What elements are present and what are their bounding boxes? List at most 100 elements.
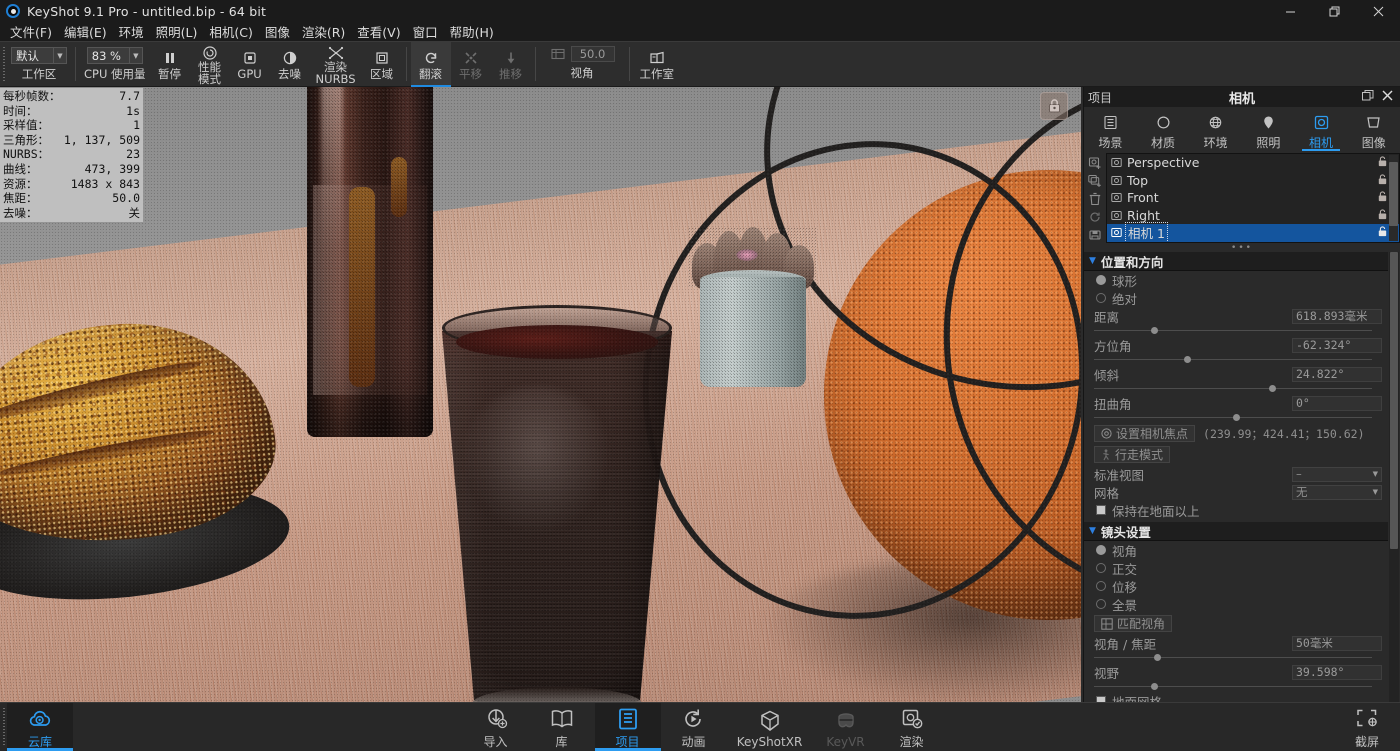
tumble-button[interactable]: 翻滚	[411, 42, 451, 86]
lock-icon[interactable]	[1378, 155, 1387, 170]
panel-scrollbar[interactable]	[1389, 252, 1399, 702]
performance-mode-button[interactable]: 性能 模式	[190, 42, 230, 86]
dolly-button[interactable]: 推移	[491, 42, 531, 86]
azimuth-slider[interactable]	[1084, 354, 1388, 365]
close-panel-icon[interactable]	[1382, 90, 1393, 105]
studio-button[interactable]: 工作室	[634, 42, 681, 86]
menu-environment[interactable]: 环境	[113, 21, 150, 42]
bottombar-grip[interactable]	[0, 703, 7, 751]
tab-lighting[interactable]: 照明	[1242, 107, 1295, 153]
slider-knob[interactable]	[1151, 683, 1158, 690]
slider-knob[interactable]	[1151, 327, 1158, 334]
panorama-mode-radio[interactable]: 全景	[1084, 595, 1388, 613]
import-button[interactable]: 导入	[463, 703, 529, 751]
tab-camera[interactable]: 相机	[1295, 107, 1348, 153]
camera-list[interactable]: Perspective Top Front	[1106, 153, 1400, 243]
restore-button[interactable]	[1312, 0, 1356, 22]
lock-icon[interactable]	[1378, 173, 1387, 188]
field-of-view-slider[interactable]	[1084, 681, 1388, 692]
denoise-button[interactable]: 去噪	[270, 42, 310, 86]
pause-button[interactable]: 暂停	[150, 42, 190, 86]
scrollbar-thumb[interactable]	[1389, 162, 1398, 226]
animation-button[interactable]: 动画	[661, 703, 727, 751]
cpu-usage-selector[interactable]: 83 % ▼ CPU 使用量	[80, 42, 150, 86]
menu-file[interactable]: 文件(F)	[4, 21, 58, 42]
twist-slider[interactable]	[1084, 412, 1388, 423]
keyvr-button[interactable]: KeyVR	[813, 703, 879, 751]
standard-view-select[interactable]: – ▼	[1292, 467, 1382, 482]
lock-icon[interactable]	[1378, 208, 1387, 223]
perspective-value[interactable]: 50.0	[571, 46, 615, 62]
camera-list-scrollbar[interactable]	[1389, 155, 1398, 241]
tab-environment[interactable]: 环境	[1189, 107, 1242, 153]
render-nurbs-button[interactable]: 渲染 NURBS	[310, 42, 362, 86]
camera-list-item[interactable]: Top	[1107, 172, 1399, 190]
menu-image[interactable]: 图像	[259, 21, 296, 42]
tab-image[interactable]: 图像	[1347, 107, 1400, 153]
tab-scene[interactable]: 场景	[1084, 107, 1137, 153]
spherical-mode-radio[interactable]: 球形	[1084, 271, 1388, 289]
add-camera-icon[interactable]	[1085, 155, 1105, 171]
menu-lighting[interactable]: 照明(L)	[150, 21, 204, 42]
slider-knob[interactable]	[1233, 414, 1240, 421]
undock-icon[interactable]	[1362, 90, 1374, 105]
match-perspective-button[interactable]: 匹配视角	[1094, 615, 1172, 632]
pan-button[interactable]: 平移	[451, 42, 491, 86]
twist-value[interactable]: 0°	[1292, 396, 1382, 411]
absolute-mode-radio[interactable]: 绝对	[1084, 289, 1388, 307]
scrollbar-thumb[interactable]	[1390, 252, 1398, 549]
inclination-slider[interactable]	[1084, 383, 1388, 394]
set-camera-focus-button[interactable]: 设置相机焦点	[1094, 425, 1195, 442]
lock-icon[interactable]	[1378, 190, 1387, 205]
library-button[interactable]: 库	[529, 703, 595, 751]
menu-edit[interactable]: 编辑(E)	[58, 21, 113, 42]
shift-mode-radio[interactable]: 位移	[1084, 577, 1388, 595]
position-section-header[interactable]: ▼ 位置和方向	[1084, 252, 1388, 271]
tab-material[interactable]: 材质	[1137, 107, 1190, 153]
menu-camera[interactable]: 相机(C)	[203, 21, 258, 42]
azimuth-value[interactable]: -62.324°	[1292, 338, 1382, 353]
delete-camera-icon[interactable]	[1085, 191, 1105, 207]
panel-splitter[interactable]: •••	[1084, 243, 1400, 252]
region-button[interactable]: 区域	[362, 42, 402, 86]
slider-knob[interactable]	[1269, 385, 1276, 392]
keep-above-ground-checkbox[interactable]: 保持在地面以上	[1084, 501, 1388, 519]
minimize-button[interactable]	[1268, 0, 1312, 22]
ground-grid-checkbox[interactable]: 地面网格	[1084, 692, 1388, 702]
render-viewport[interactable]: 每秒帧数：7.7 时间：1s 采样值：1 三角形：1, 137, 509 NUR…	[0, 87, 1081, 702]
menu-render[interactable]: 渲染(R)	[296, 21, 351, 42]
workspace-combo[interactable]: 默认 ▼	[11, 47, 67, 64]
inclination-value[interactable]: 24.822°	[1292, 367, 1382, 382]
reset-camera-icon[interactable]	[1085, 209, 1105, 225]
camera-list-item[interactable]: Perspective	[1107, 154, 1399, 172]
grid-select[interactable]: 无 ▼	[1292, 485, 1382, 500]
menu-help[interactable]: 帮助(H)	[444, 21, 500, 42]
keyshotxr-button[interactable]: KeyShotXR	[727, 703, 813, 751]
chevron-down-icon[interactable]: ▼	[129, 48, 142, 63]
lock-icon[interactable]	[1378, 225, 1387, 240]
field-of-view-value[interactable]: 39.598°	[1292, 665, 1382, 680]
render-button[interactable]: 渲染	[879, 703, 945, 751]
project-button[interactable]: 项目	[595, 703, 661, 751]
focal-length-value[interactable]: 50毫米	[1292, 636, 1382, 651]
menu-window[interactable]: 窗口	[407, 21, 444, 42]
panel-dock-label[interactable]: 项目	[1088, 89, 1112, 106]
walk-mode-button[interactable]: 行走模式	[1094, 446, 1170, 463]
camera-lock-badge[interactable]	[1040, 92, 1068, 120]
orthographic-mode-radio[interactable]: 正交	[1084, 559, 1388, 577]
distance-slider[interactable]	[1084, 325, 1388, 336]
toolbar-grip[interactable]	[0, 42, 7, 86]
focal-length-slider[interactable]	[1084, 652, 1388, 663]
camera-list-item[interactable]: Front	[1107, 189, 1399, 207]
cloud-library-button[interactable]: 云库	[7, 703, 73, 751]
close-button[interactable]	[1356, 0, 1400, 22]
menu-view[interactable]: 查看(V)	[351, 21, 406, 42]
chevron-down-icon[interactable]: ▼	[53, 48, 66, 63]
perspective-mode-radio[interactable]: 视角	[1084, 541, 1388, 559]
screenshot-button[interactable]: 截屏	[1334, 703, 1400, 751]
duplicate-camera-icon[interactable]	[1085, 173, 1105, 189]
distance-value[interactable]: 618.893毫米	[1292, 309, 1382, 324]
cpu-combo[interactable]: 83 % ▼	[87, 47, 143, 64]
lens-section-header[interactable]: ▼ 镜头设置	[1084, 522, 1388, 541]
slider-knob[interactable]	[1184, 356, 1191, 363]
